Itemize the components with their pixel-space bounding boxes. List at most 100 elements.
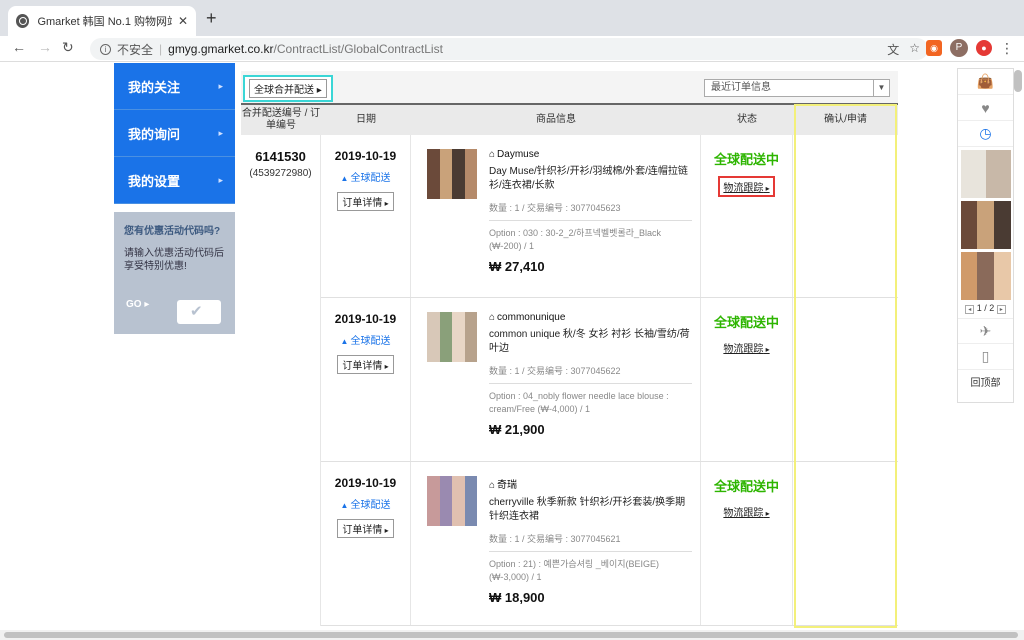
url-path: /ContractList/GlobalContractList [273,42,443,56]
product-cell: commonunique common unique 秋/冬 女衫 衬衫 长袖/… [411,298,701,461]
order-number: 6141530 [255,149,306,164]
heart-icon[interactable]: ♥ [958,95,1013,121]
recent-item-thumbnail[interactable] [960,201,1011,249]
tracking-button[interactable]: 物流跟踪 [718,176,775,197]
chevron-right-icon: ▸ [218,127,223,138]
sidebar-item-following[interactable]: 我的关注 ▸ [114,63,235,110]
rss-icon[interactable]: ◉ [926,40,942,56]
horizontal-scrollbar[interactable] [4,632,1018,638]
product-thumbnail[interactable] [427,312,477,362]
header-date: 日期 [356,114,376,125]
bookmark-star-icon[interactable]: ☆ [909,41,920,58]
product-option: Option : 030 : 30-2_2/하프넥벨벳롤라_Black (₩-2… [489,228,662,251]
header-confirm: 确认/申请 [824,114,867,125]
status-cell: 全球配送中 物流跟踪 [701,135,793,297]
shipping-status: 全球配送中 [713,479,779,494]
product-cell: 奇瑞 cherryville 秋季新款 针织衫/开衫套装/换季期针织连衣裙 数量… [411,462,701,625]
recent-item-thumbnail[interactable] [960,252,1011,300]
product-option: Option : 04_nobly flower needle lace blo… [489,391,669,414]
avatar[interactable]: P [950,39,968,57]
product-thumbnail[interactable] [427,149,477,199]
product-name[interactable]: cherryville 秋季新款 针织衫/开衫套装/换季期针织连衣裙 [489,496,692,524]
airplane-icon[interactable]: ✈ [958,318,1013,344]
back-icon[interactable]: ← [12,39,26,55]
header-product-info: 商品信息 [536,114,576,125]
product-name[interactable]: Day Muse/针织衫/开衫/羽绒棉/外套/连帽拉链衫/连衣裙/长款 [489,165,692,193]
recent-orders-select[interactable]: 最近订单信息 ▼ [704,79,890,97]
ticket-icon [177,300,221,324]
table-header: 合并配送编号 / 订单编号 日期 商品信息 状态 确认/申请 [241,103,898,135]
shipping-status: 全球配送中 [713,315,779,330]
product-price: ₩ 21,900 [489,422,545,437]
promo-description: 请输入优惠活动代码后享受特别优惠! [124,248,224,272]
sidebar-item-label: 我的询问 [128,126,181,142]
reload-icon[interactable]: ↻ [62,39,74,56]
vertical-scrollbar[interactable] [1014,70,1022,92]
browser-toolbar: ← → ↻ i 不安全 | gmyg.gmarket.co.kr /Contra… [0,36,1024,62]
status-cell: 全球配送中 物流跟踪 [701,462,793,625]
globe-icon [16,14,30,28]
page-content: 我的关注 ▸ 我的询问 ▸ 我的设置 ▸ 您有优惠活动代码吗? 请输入优惠活动代… [0,63,1024,630]
seller-name[interactable]: commonunique [489,312,692,323]
info-icon[interactable]: i [100,43,111,55]
tracking-button[interactable]: 物流跟踪 [720,339,772,356]
prev-page-icon[interactable]: ◂ [965,305,975,314]
seller-name[interactable]: 奇瑞 [489,476,692,491]
table-row: 2019-10-19 全球配送 订单详情 commonunique common… [321,298,898,462]
order-number-cell: 6141530 (4539272980) [241,135,321,626]
order-detail-button[interactable]: 订单详情 [337,519,394,538]
next-page-icon[interactable]: ▸ [996,305,1006,314]
url-domain: gmyg.gmarket.co.kr [168,42,274,56]
seller-name[interactable]: Daymuse [489,149,692,160]
forward-icon[interactable]: → [38,39,52,55]
back-to-top-button[interactable]: 回顶部 [958,374,1013,389]
menu-icon[interactable]: ⋮ [1000,40,1014,57]
chevron-right-icon: ▸ [218,174,223,185]
confirm-cell [793,462,898,625]
product-cell: Daymuse Day Muse/针织衫/开衫/羽绒棉/外套/连帽拉链衫/连衣裙… [411,135,701,297]
shopping-bag-icon[interactable]: 👜 [958,69,1013,95]
close-tab-icon[interactable]: ✕ [178,14,188,28]
product-option: Option : 21) : 예쁜가슴셔링 _베이지(BEIGE) (₩-3,0… [489,559,660,582]
global-shipping-link[interactable]: 全球配送 [321,332,410,347]
mobile-icon[interactable]: ▯ [958,344,1013,370]
chevron-down-icon: ▼ [873,80,889,96]
promo-go-button[interactable]: GO ▸ [126,299,149,310]
quantity-and-trade-no: 数量 : 1 / 交易编号 : 3077045623 [489,201,692,221]
translate-icon[interactable]: 文 [887,41,899,58]
sidebar-item-label: 我的关注 [128,79,181,95]
table-row: 2019-10-19 全球配送 订单详情 奇瑞 cherryville 秋季新款… [321,462,898,626]
table-row: 2019-10-19 全球配送 订单详情 Daymuse Day Muse/针织… [321,135,898,298]
tracking-button[interactable]: 物流跟踪 [720,503,772,520]
browser-tab[interactable]: Gmarket 韩国 No.1 购物网站, 提 ✕ [8,6,196,36]
global-merge-shipping-button[interactable]: 全球合并配送 ▸ [243,75,333,102]
left-sidebar: 我的关注 ▸ 我的询问 ▸ 我的设置 ▸ 您有优惠活动代码吗? 请输入优惠活动代… [114,63,235,334]
product-thumbnail[interactable] [427,476,477,526]
sidebar-item-settings[interactable]: 我的设置 ▸ [114,157,235,204]
date-cell: 2019-10-19 全球配送 订单详情 [321,135,411,297]
recent-item-thumbnail[interactable] [960,150,1011,198]
extension-icon[interactable]: ● [976,40,992,56]
product-name[interactable]: common unique 秋/冬 女衫 衬衫 长袖/雪纺/荷叶边 [489,328,692,356]
order-date: 2019-10-19 [334,312,397,326]
clock-icon[interactable]: ◷ [958,121,1013,147]
new-tab-button[interactable]: + [206,8,217,29]
confirm-cell [793,135,898,297]
promo-code-box[interactable]: 您有优惠活动代码吗? 请输入优惠活动代码后享受特别优惠! GO ▸ [114,212,235,334]
chevron-right-icon: ▸ [218,80,223,91]
order-date: 2019-10-19 [334,149,397,163]
status-cell: 全球配送中 物流跟踪 [701,298,793,461]
global-shipping-link[interactable]: 全球配送 [321,169,410,184]
header-status: 状态 [737,114,757,125]
global-shipping-link[interactable]: 全球配送 [321,496,410,511]
shipping-status: 全球配送中 [713,152,779,167]
date-cell: 2019-10-19 全球配送 订单详情 [321,298,411,461]
order-toolbar: 全球合并配送 ▸ 最近订单信息 ▼ [241,71,898,103]
order-detail-button[interactable]: 订单详情 [337,192,394,211]
sidebar-item-inquiries[interactable]: 我的询问 ▸ [114,110,235,157]
tab-title: Gmarket 韩国 No.1 购物网站, 提 [37,16,171,28]
order-detail-button[interactable]: 订单详情 [337,355,394,374]
sidebar-item-label: 我的设置 [128,173,181,189]
address-bar[interactable]: i 不安全 | gmyg.gmarket.co.kr /ContractList… [90,38,928,60]
product-price: ₩ 27,410 [489,259,545,274]
